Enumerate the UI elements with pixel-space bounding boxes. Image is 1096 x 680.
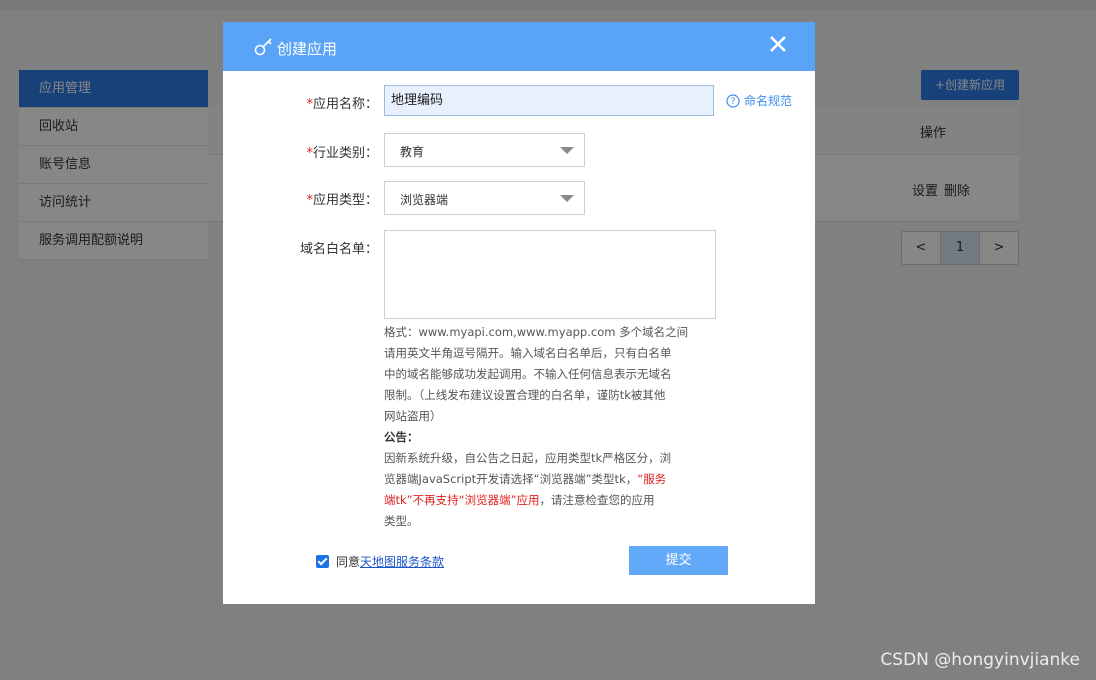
terms-agreement: 同意 天地图服务条款 [316, 553, 444, 570]
question-circle-icon: ? [726, 93, 740, 108]
whitelist-hint: 格式：www.myapi.com,www.myapp.com 多个域名之间 请用… [384, 322, 696, 532]
app-name-input[interactable]: 地理编码 [384, 85, 714, 116]
dialog-header: 创建应用 [223, 22, 815, 71]
watermark: CSDN @hongyinvjianke [880, 650, 1080, 670]
app-name-label: *应用名称： [306, 97, 378, 112]
close-icon[interactable] [767, 33, 789, 55]
terms-link[interactable]: 天地图服务条款 [360, 553, 444, 570]
app-type-label: *应用类型： [306, 193, 378, 208]
chevron-down-icon [560, 147, 574, 154]
agree-checkbox[interactable] [316, 555, 329, 568]
notice-title: 公告： [384, 430, 419, 444]
key-icon [254, 38, 272, 56]
whitelist-label: 域名白名单： [299, 242, 378, 257]
dialog-title: 创建应用 [277, 40, 338, 58]
industry-select[interactable]: 教育 [384, 133, 585, 167]
industry-selected-value: 教育 [400, 145, 425, 159]
svg-text:?: ? [731, 97, 736, 107]
app-type-selected-value: 浏览器端 [400, 193, 449, 207]
chevron-down-icon [560, 195, 574, 202]
submit-button[interactable]: 提交 [629, 546, 728, 575]
naming-rules-link[interactable]: ? 命名规范 [726, 92, 792, 109]
industry-label: *行业类别： [306, 146, 378, 161]
whitelist-textarea[interactable] [384, 230, 716, 319]
agree-label: 同意 [336, 555, 361, 569]
app-type-select[interactable]: 浏览器端 [384, 181, 585, 215]
create-app-dialog: 创建应用 *应用名称： 地理编码 ? 命名规范 *行业类别： 教育 *应用类型：… [223, 22, 815, 604]
